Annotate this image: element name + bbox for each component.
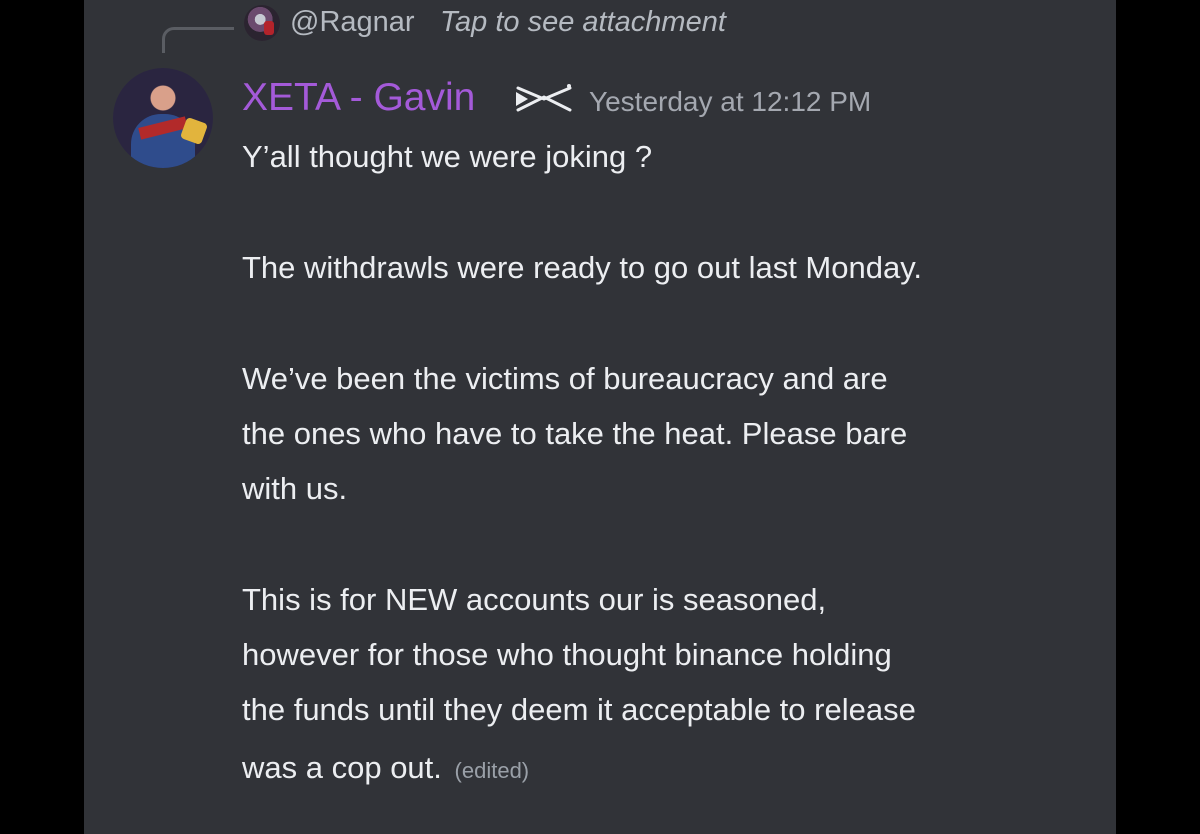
message-line: the funds until they deem it acceptable … (242, 692, 916, 727)
reply-avatar[interactable] (244, 5, 280, 41)
edited-label: (edited) (454, 758, 530, 783)
message-line: however for those who thought binance ho… (242, 637, 892, 672)
message-line: The withdrawls were ready to go out last… (242, 250, 923, 285)
message-line: the ones who have to take the heat. Plea… (242, 416, 908, 451)
screenshot-frame: @Ragnar Tap to see attachment XETA - Gav… (0, 0, 1200, 834)
message-timestamp: Yesterday at 12:12 PM (589, 86, 872, 117)
reply-username[interactable]: @Ragnar (290, 2, 415, 42)
author-name[interactable]: XETA - Gavin (242, 74, 475, 122)
reply-connector-line (162, 27, 234, 53)
message-line-text: was a cop out. (242, 750, 442, 785)
message-last-line: was a cop out. (edited) (242, 740, 529, 798)
reply-attachment-hint[interactable]: Tap to see attachment (440, 2, 726, 42)
message-line: We’ve been the victims of bureaucracy an… (242, 361, 888, 396)
crossed-swords-icon[interactable] (514, 82, 574, 112)
message-line: This is for NEW accounts our is seasoned… (242, 582, 827, 617)
message-line: with us. (242, 471, 348, 506)
author-avatar[interactable] (113, 68, 213, 168)
message-line: Y’all thought we were joking ? (242, 139, 653, 174)
